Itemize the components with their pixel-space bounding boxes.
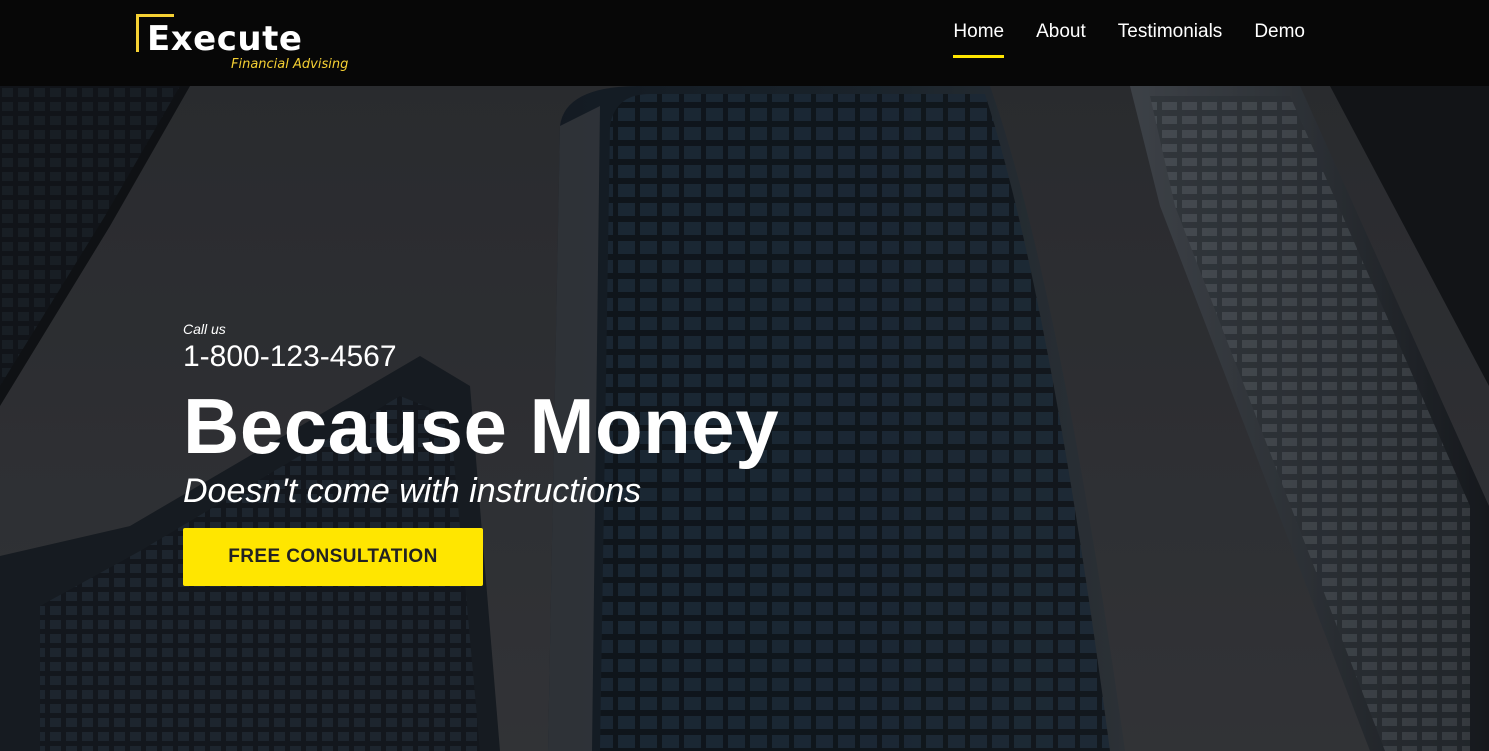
- hero-section: Call us 1-800-123-4567 Because Money Doe…: [0, 86, 1489, 751]
- site-header: Execute Financial Advising Home About Te…: [0, 0, 1489, 86]
- nav-item-testimonials[interactable]: Testimonials: [1118, 20, 1223, 58]
- logo-name: Execute: [147, 19, 303, 59]
- nav-item-home[interactable]: Home: [953, 20, 1004, 58]
- hero-headline: Because Money: [183, 382, 780, 470]
- main-nav: Home About Testimonials Demo: [953, 20, 1305, 58]
- phone-number[interactable]: 1-800-123-4567: [183, 339, 983, 375]
- call-us-label: Call us: [183, 321, 226, 337]
- nav-item-demo[interactable]: Demo: [1254, 20, 1305, 58]
- logo-tagline: Financial Advising: [231, 57, 349, 72]
- hero-content: Call us 1-800-123-4567 Because Money Doe…: [183, 321, 983, 586]
- nav-item-about[interactable]: About: [1036, 20, 1086, 58]
- hero-subheadline: Doesn't come with instructions: [183, 472, 642, 510]
- logo[interactable]: Execute Financial Advising: [136, 14, 376, 76]
- free-consultation-button[interactable]: FREE CONSULTATION: [183, 528, 483, 586]
